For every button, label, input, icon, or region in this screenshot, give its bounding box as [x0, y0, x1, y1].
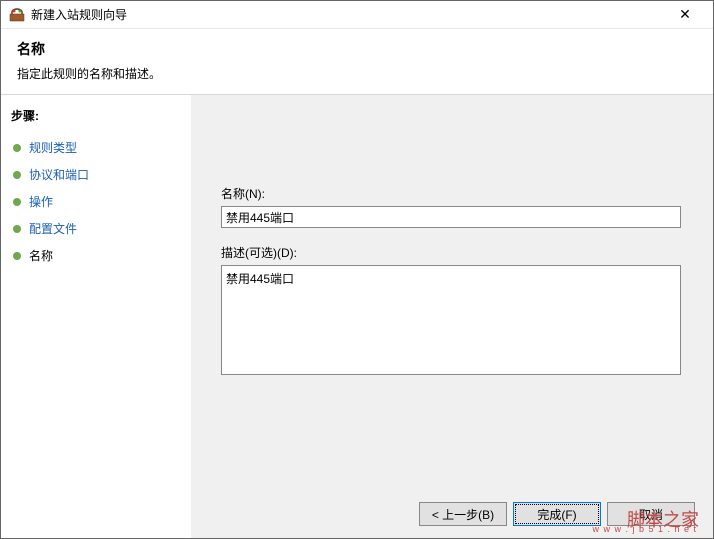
bullet-icon	[13, 225, 21, 233]
content-panel: 名称(N): 描述(可选)(D): < 上一步(B) 完成(F) 取消	[191, 95, 713, 538]
bullet-icon	[13, 144, 21, 152]
name-field-group: 名称(N):	[221, 185, 683, 228]
page-subtitle: 指定此规则的名称和描述。	[17, 65, 697, 82]
finish-button[interactable]: 完成(F)	[513, 502, 601, 526]
cancel-button[interactable]: 取消	[607, 502, 695, 526]
name-label: 名称(N):	[221, 185, 683, 202]
sidebar-item-profile[interactable]: 配置文件	[11, 215, 181, 242]
bullet-icon	[13, 198, 21, 206]
sidebar-item-label: 名称	[29, 247, 53, 264]
titlebar: 新建入站规则向导 ✕	[1, 1, 713, 29]
steps-sidebar: 步骤: 规则类型 协议和端口 操作 配置文件 名称	[1, 95, 191, 538]
sidebar-item-label: 配置文件	[29, 220, 77, 237]
bullet-icon	[13, 171, 21, 179]
sidebar-item-label: 规则类型	[29, 139, 77, 156]
sidebar-item-name[interactable]: 名称	[11, 242, 181, 269]
sidebar-item-rule-type[interactable]: 规则类型	[11, 134, 181, 161]
name-input[interactable]	[221, 206, 681, 228]
wizard-dialog: 新建入站规则向导 ✕ 名称 指定此规则的名称和描述。 步骤: 规则类型 协议和端…	[0, 0, 714, 539]
sidebar-item-protocol-port[interactable]: 协议和端口	[11, 161, 181, 188]
sidebar-item-label: 协议和端口	[29, 166, 89, 183]
button-bar: < 上一步(B) 完成(F) 取消	[419, 502, 695, 526]
sidebar-item-label: 操作	[29, 193, 53, 210]
description-field-group: 描述(可选)(D):	[221, 244, 683, 378]
description-label: 描述(可选)(D):	[221, 244, 683, 261]
close-button[interactable]: ✕	[665, 1, 705, 28]
window-title: 新建入站规则向导	[31, 6, 665, 23]
sidebar-item-action[interactable]: 操作	[11, 188, 181, 215]
back-button[interactable]: < 上一步(B)	[419, 502, 507, 526]
header-area: 名称 指定此规则的名称和描述。	[1, 29, 713, 95]
main-row: 步骤: 规则类型 协议和端口 操作 配置文件 名称	[1, 95, 713, 538]
page-title: 名称	[17, 39, 697, 59]
app-icon	[9, 7, 25, 23]
bullet-icon	[13, 252, 21, 260]
description-input[interactable]	[221, 265, 681, 375]
close-icon: ✕	[679, 6, 691, 23]
steps-heading: 步骤:	[11, 107, 181, 124]
